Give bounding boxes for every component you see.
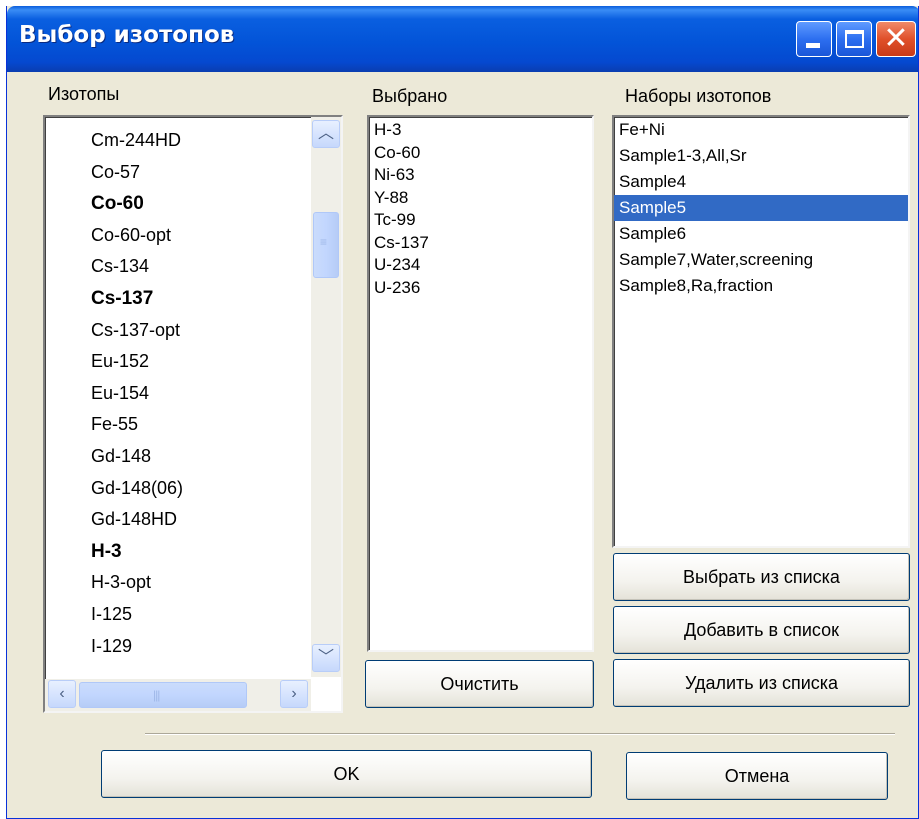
scroll-up-button[interactable]: ︿	[312, 120, 340, 148]
isotope-set-item[interactable]: Sample4	[614, 169, 908, 195]
isotope-set-item[interactable]: Sample8,Ra,fraction	[614, 273, 908, 299]
maximize-icon	[845, 30, 864, 48]
cancel-button[interactable]: Отмена	[626, 752, 888, 800]
minimize-button[interactable]	[796, 21, 832, 57]
isotope-item[interactable]: Gd-148(06)	[91, 478, 183, 499]
selected-list[interactable]: H-3 Co-60 Ni-63 Y-88 Tc-99 Cs-137 U-234 U-236	[367, 115, 594, 652]
selected-item[interactable]: U-234	[374, 255, 420, 275]
scroll-left-button[interactable]: ‹	[48, 680, 76, 708]
isotope-set-item[interactable]: Sample6	[614, 221, 908, 247]
selected-item[interactable]: Tc-99	[374, 210, 416, 230]
isotope-dialog: Выбор изотопов ✕ Изотопы Cm-244HD Co-57 Co…	[6, 6, 919, 819]
close-button[interactable]: ✕	[876, 21, 916, 57]
isotope-item[interactable]: H-3-opt	[91, 572, 151, 593]
isotope-item[interactable]: Gd-148	[91, 446, 151, 467]
isotopes-hscrollbar[interactable]: ‹ ||| ›	[45, 679, 311, 711]
selected-item[interactable]: U-236	[374, 278, 420, 298]
isotope-item[interactable]: Eu-152	[91, 351, 149, 372]
isotope-set-item[interactable]: Sample7,Water,screening	[614, 247, 908, 273]
chevron-left-icon: ‹	[59, 685, 65, 702]
minimize-icon	[806, 43, 820, 48]
isotope-set-item[interactable]: Sample5	[614, 195, 908, 221]
selected-label: Выбрано	[372, 86, 448, 106]
isotopes-vscrollbar[interactable]: ︿ ≡ ﹀	[311, 117, 341, 677]
sets-list[interactable]: Fe+Ni Sample1-3,All,Sr Sample4 Sample5 Sampl…	[612, 115, 910, 548]
isotopes-label: Изотопы	[48, 84, 120, 104]
separator	[145, 733, 895, 735]
selected-item[interactable]: Cs-137	[374, 233, 429, 253]
isotope-item[interactable]: Cm-244HD	[91, 130, 181, 151]
chevron-up-icon: ︿	[317, 125, 334, 142]
sets-label: Наборы изотопов	[625, 86, 772, 106]
isotope-item[interactable]: Fe-55	[91, 414, 138, 435]
scroll-right-button[interactable]: ›	[280, 680, 308, 708]
isotopes-list[interactable]: Cm-244HD Co-57 Co-60 Co-60-opt Cs-134 Cs-137 C…	[43, 115, 343, 713]
remove-from-list-button[interactable]: Удалить из списка	[613, 659, 910, 707]
choose-from-list-button[interactable]: Выбрать из списка	[613, 553, 910, 601]
chevron-down-icon: ﹀	[317, 649, 334, 666]
isotope-set-item[interactable]: Fe+Ni	[614, 117, 908, 143]
ok-button[interactable]: OK	[101, 750, 592, 798]
window-title: Выбор изотопов	[19, 22, 235, 48]
selected-item[interactable]: Ni-63	[374, 165, 415, 185]
isotope-item[interactable]: Co-60-opt	[91, 225, 171, 246]
selected-item[interactable]: Y-88	[374, 188, 408, 208]
isotope-item[interactable]: Eu-154	[91, 383, 149, 404]
isotope-set-item[interactable]: Sample1-3,All,Sr	[614, 143, 908, 169]
isotope-item[interactable]: Co-57	[91, 162, 140, 183]
isotope-item[interactable]: H-3	[91, 541, 122, 563]
grip-icon: ≡	[320, 235, 327, 249]
isotopes-vscroll-thumb[interactable]: ≡	[313, 212, 339, 278]
isotope-item[interactable]: I-125	[91, 604, 132, 625]
selected-item[interactable]: Co-60	[374, 143, 420, 163]
isotope-item[interactable]: Cs-134	[91, 256, 149, 277]
isotopes-hscroll-thumb[interactable]: |||	[79, 682, 247, 708]
close-icon: ✕	[883, 21, 909, 56]
title-bar[interactable]: Выбор изотопов ✕	[7, 6, 918, 72]
isotope-item[interactable]: I-129	[91, 636, 132, 657]
add-to-list-button[interactable]: Добавить в список	[613, 606, 910, 654]
isotope-item[interactable]: Cs-137-opt	[91, 320, 180, 341]
selected-item[interactable]: H-3	[374, 120, 401, 140]
maximize-button[interactable]	[836, 21, 872, 57]
isotope-item[interactable]: Co-60	[91, 193, 144, 215]
scroll-down-button[interactable]: ﹀	[312, 644, 340, 672]
grip-icon: |||	[153, 688, 160, 702]
clear-button[interactable]: Очистить	[365, 660, 594, 708]
isotope-item[interactable]: Gd-148HD	[91, 509, 177, 530]
isotope-item[interactable]: Cs-137	[91, 288, 153, 310]
chevron-right-icon: ›	[291, 685, 297, 702]
